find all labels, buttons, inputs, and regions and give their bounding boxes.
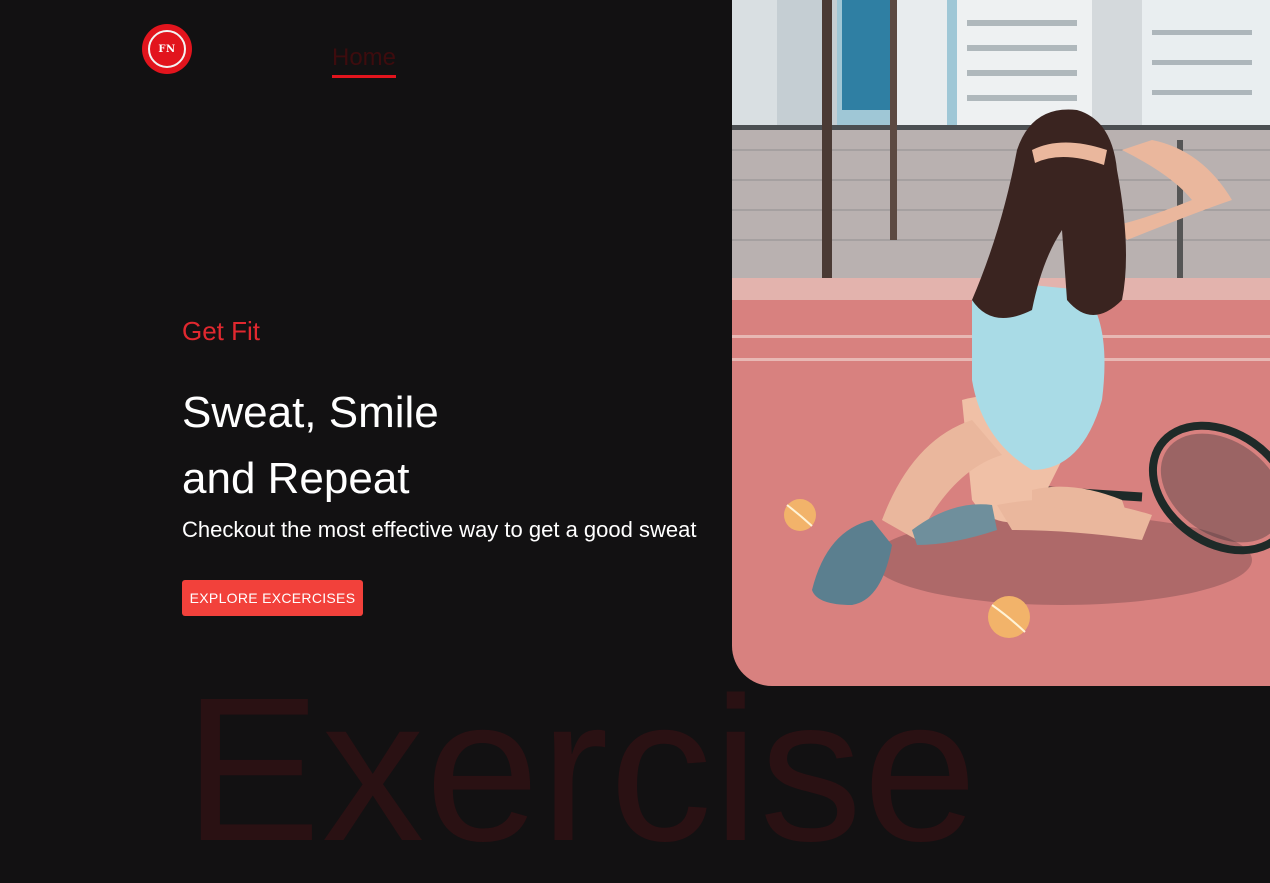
logo-text: FN xyxy=(158,43,176,55)
hero-headline: Sweat, Smile and Repeat xyxy=(182,380,439,512)
tennis-player-illustration xyxy=(732,0,1270,686)
hero-headline-line2: and Repeat xyxy=(182,454,410,503)
explore-exercises-button[interactable]: EXPLORE EXCERCISES xyxy=(182,580,363,616)
logo-badge: FN xyxy=(148,30,186,68)
hero-eyebrow: Get Fit xyxy=(182,316,261,346)
hero-subtitle: Checkout the most effective way to get a… xyxy=(182,517,697,542)
hero-headline-line1: Sweat, Smile xyxy=(182,388,439,437)
page: Exercise FN Home Get Fit Sweat, Smile an… xyxy=(0,0,1270,883)
logo-link[interactable]: FN xyxy=(142,24,192,74)
hero-banner-image xyxy=(732,0,1270,686)
background-watermark: Exercise xyxy=(184,655,979,883)
nav-home-link[interactable]: Home xyxy=(332,44,397,78)
